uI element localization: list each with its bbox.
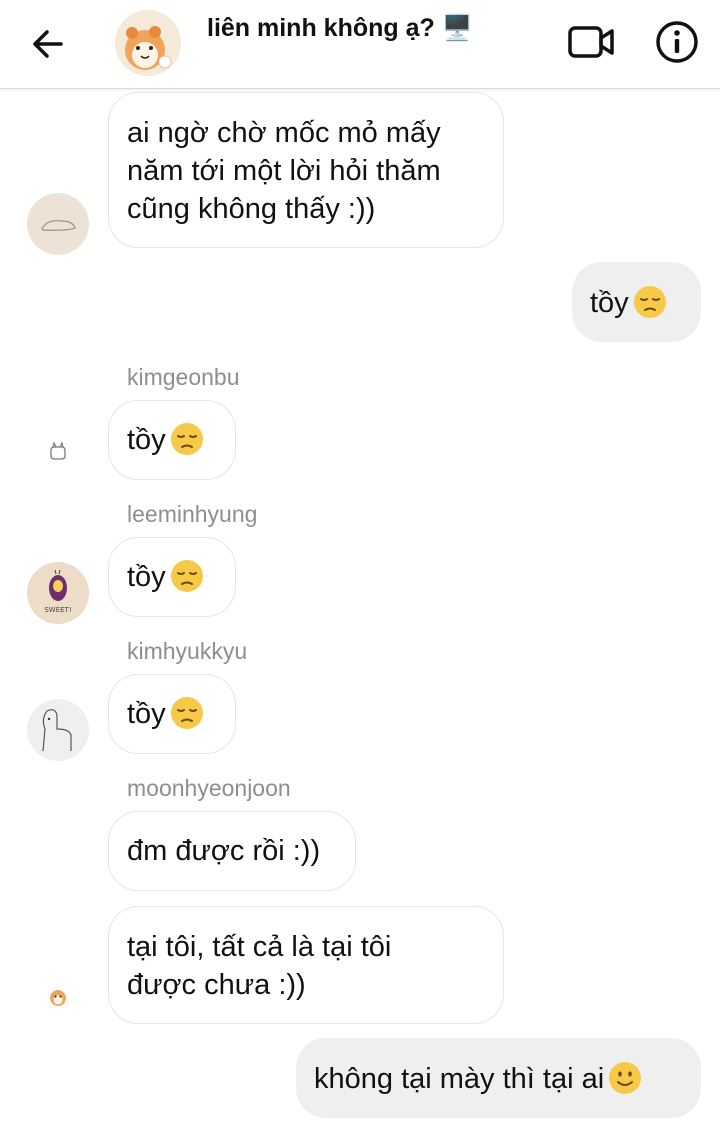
pensive-face-emoji-icon: [170, 423, 203, 455]
info-icon: [656, 21, 698, 63]
sender-name: leeminhyung: [127, 501, 258, 527]
slightly-smiling-face-emoji-icon: [609, 1062, 642, 1094]
message-bubble[interactable]: tồy: [572, 262, 701, 342]
pensive-face-emoji-icon: [633, 286, 666, 318]
message-text: được chưa :)): [127, 969, 306, 1001]
message-bubble[interactable]: tồy: [108, 674, 236, 754]
alpaca-avatar-image: [27, 699, 89, 761]
sender-avatar[interactable]: [27, 193, 89, 255]
message-bubble[interactable]: đm được rồi :)): [108, 811, 356, 891]
conversation-title[interactable]: liên minh không ạ? 🖥️: [207, 14, 473, 43]
message-text: tồy: [127, 561, 166, 593]
message-text: năm tới một lời hỏi thăm: [127, 155, 441, 187]
sender-avatar[interactable]: [27, 967, 89, 1029]
info-button[interactable]: [654, 19, 700, 65]
message-text: tại tôi, tất cả là tại tôi: [127, 931, 392, 963]
sender-avatar[interactable]: SWEET!: [27, 562, 89, 624]
sweet-potato-avatar-image: SWEET!: [27, 562, 89, 624]
message-text: tồy: [590, 287, 629, 319]
back-button[interactable]: [28, 24, 68, 64]
sender-name: kimhyukkyu: [127, 638, 248, 664]
arrow-left-icon: [33, 30, 63, 58]
sender-name: kimgeonbu: [127, 364, 240, 390]
message-bubble[interactable]: tại tôi, tất cả là tại tôi được chưa :)): [108, 906, 504, 1024]
pensive-face-emoji-icon: [170, 697, 203, 729]
message-text: cũng không thấy :)): [127, 193, 376, 225]
video-call-button[interactable]: [566, 22, 616, 62]
message-text: không tại mày thì tại ai: [314, 1063, 605, 1095]
sender-name: moonhyeonjoon: [127, 775, 291, 801]
group-avatar[interactable]: [115, 10, 181, 76]
message-text: ai ngờ chờ mốc mỏ mấy: [127, 117, 441, 149]
sleeping-cat-avatar-image: [27, 193, 89, 255]
message-text: đm được rồi :)): [127, 835, 321, 867]
sender-avatar[interactable]: [27, 423, 89, 485]
message-bubble[interactable]: ai ngờ chờ mốc mỏ mấy năm tới một lời hỏ…: [108, 92, 504, 248]
avatar-caption: SWEET!: [44, 606, 71, 614]
pensive-face-emoji-icon: [170, 560, 203, 592]
hamster-avatar-image: [115, 10, 181, 76]
sender-avatar[interactable]: [27, 699, 89, 761]
message-bubble[interactable]: tồy: [108, 537, 236, 617]
chat-header: liên minh không ạ? 🖥️: [0, 0, 720, 89]
message-text: tồy: [127, 698, 166, 730]
small-cat-avatar-image: [27, 423, 89, 485]
message-bubble[interactable]: không tại mày thì tại ai: [296, 1038, 701, 1118]
hamster-small-avatar-image: [27, 967, 89, 1029]
message-text: tồy: [127, 424, 166, 456]
video-camera-icon: [568, 26, 614, 58]
message-bubble[interactable]: tồy: [108, 400, 236, 480]
